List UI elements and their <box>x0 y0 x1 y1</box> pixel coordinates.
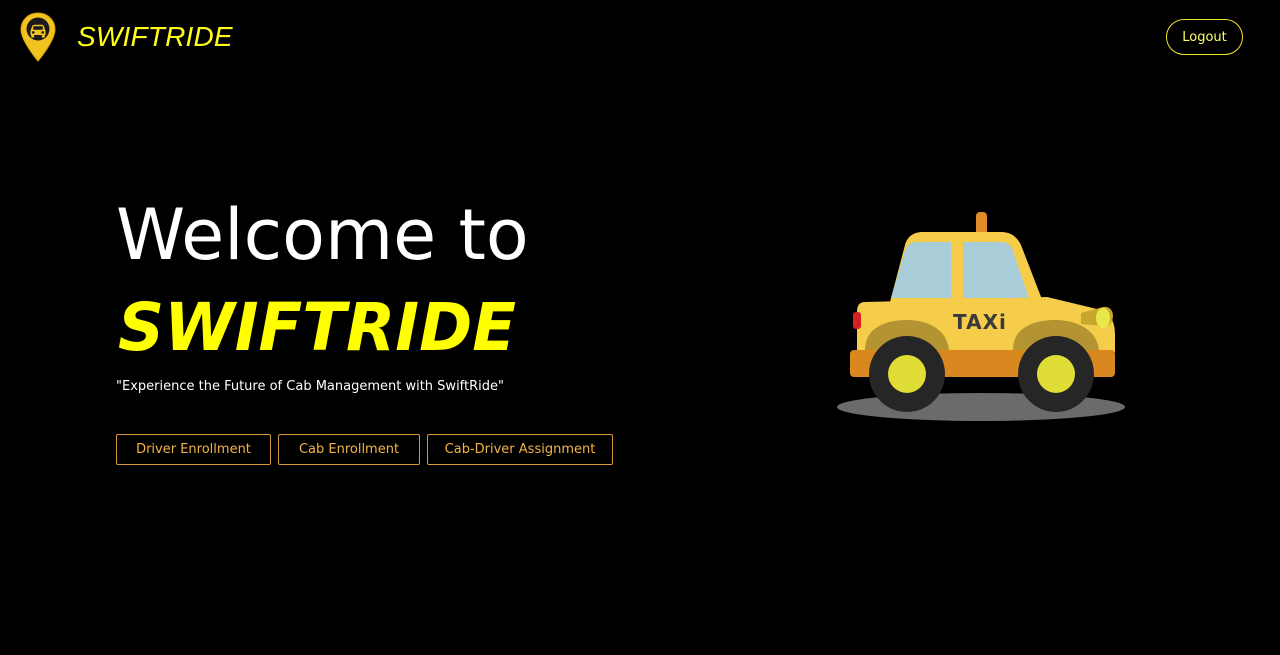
taxi-car-illustration: TAXi <box>837 212 1125 421</box>
brand-name[interactable]: SWIFTRIDE <box>77 20 233 54</box>
driver-enrollment-button[interactable]: Driver Enrollment <box>116 434 271 465</box>
taxi-front-hub <box>1037 355 1075 393</box>
hero-brand-title: SWIFTRIDE <box>118 289 516 366</box>
cab-driver-assignment-button[interactable]: Cab-Driver Assignment <box>427 434 613 465</box>
logout-button[interactable]: Logout <box>1166 19 1243 55</box>
taxi-headlight <box>1096 308 1110 328</box>
car-location-pin-icon[interactable] <box>20 12 56 62</box>
taxi-rear-hub <box>888 355 926 393</box>
top-navbar: SWIFTRIDE Logout <box>0 0 1280 75</box>
taxi-tail-light <box>853 312 861 329</box>
taxi-front-window <box>891 242 951 298</box>
hero-title: Welcome to <box>116 194 529 276</box>
action-button-group: Driver Enrollment Cab Enrollment Cab-Dri… <box>116 434 613 465</box>
hero-tagline: "Experience the Future of Cab Management… <box>116 379 504 394</box>
taxi-sign-text: TAXi <box>953 310 1007 334</box>
cab-enrollment-button[interactable]: Cab Enrollment <box>278 434 420 465</box>
